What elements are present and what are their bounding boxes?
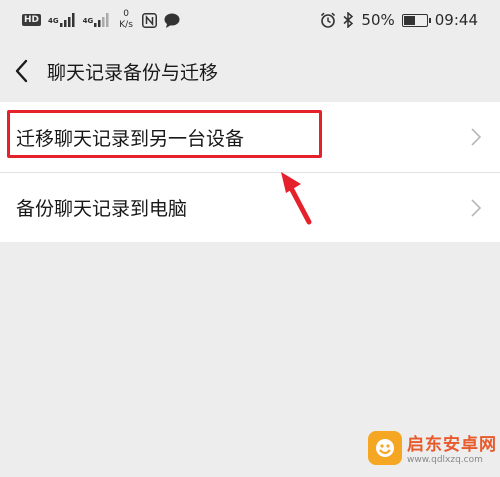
- battery-fill: [403, 15, 415, 25]
- watermark-url: www.qdlxzq.com: [407, 455, 483, 465]
- chevron-right-icon: [471, 198, 482, 217]
- battery-icon: [401, 13, 431, 27]
- alarm-icon: [321, 12, 336, 28]
- speed-unit: K/s: [119, 20, 133, 30]
- battery-percent: 50%: [361, 11, 395, 29]
- network-label-2: 4G: [82, 17, 94, 25]
- speed-value: 0: [123, 9, 129, 19]
- list-item-label: 备份聊天记录到电脑: [16, 198, 188, 220]
- nfc-icon: [141, 12, 157, 28]
- nav-bar: 聊天记录备份与迁移: [0, 40, 500, 102]
- status-left: HD 4G 4G 0 K/s: [22, 9, 180, 31]
- highlight-box: [7, 110, 322, 158]
- clock: 09:44: [434, 11, 478, 29]
- watermark-name: 启东安卓网: [407, 435, 497, 455]
- network-speed: 0 K/s: [119, 9, 133, 31]
- page-title: 聊天记录备份与迁移: [47, 62, 219, 84]
- backup-to-computer-item[interactable]: 备份聊天记录到电脑: [0, 172, 500, 242]
- watermark: 启东安卓网 www.qdlxzq.com: [368, 430, 497, 465]
- chevron-right-icon: [471, 128, 482, 146]
- status-right: 50% 09:44: [320, 11, 478, 29]
- bluetooth-icon: [343, 12, 354, 28]
- hd-badge: HD: [22, 14, 42, 26]
- watermark-logo-icon: [368, 430, 402, 465]
- message-icon: [164, 13, 180, 28]
- status-bar: HD 4G 4G 0 K/s 50% 09:44: [0, 0, 500, 40]
- watermark-text: 启东安卓网 www.qdlxzq.com: [407, 430, 497, 465]
- network-label-1: 4G: [48, 17, 59, 25]
- back-arrow-icon[interactable]: [12, 58, 32, 84]
- signal-icon: [59, 13, 75, 27]
- signal-icon: [94, 13, 109, 27]
- red-arrow-annotation: [281, 172, 312, 225]
